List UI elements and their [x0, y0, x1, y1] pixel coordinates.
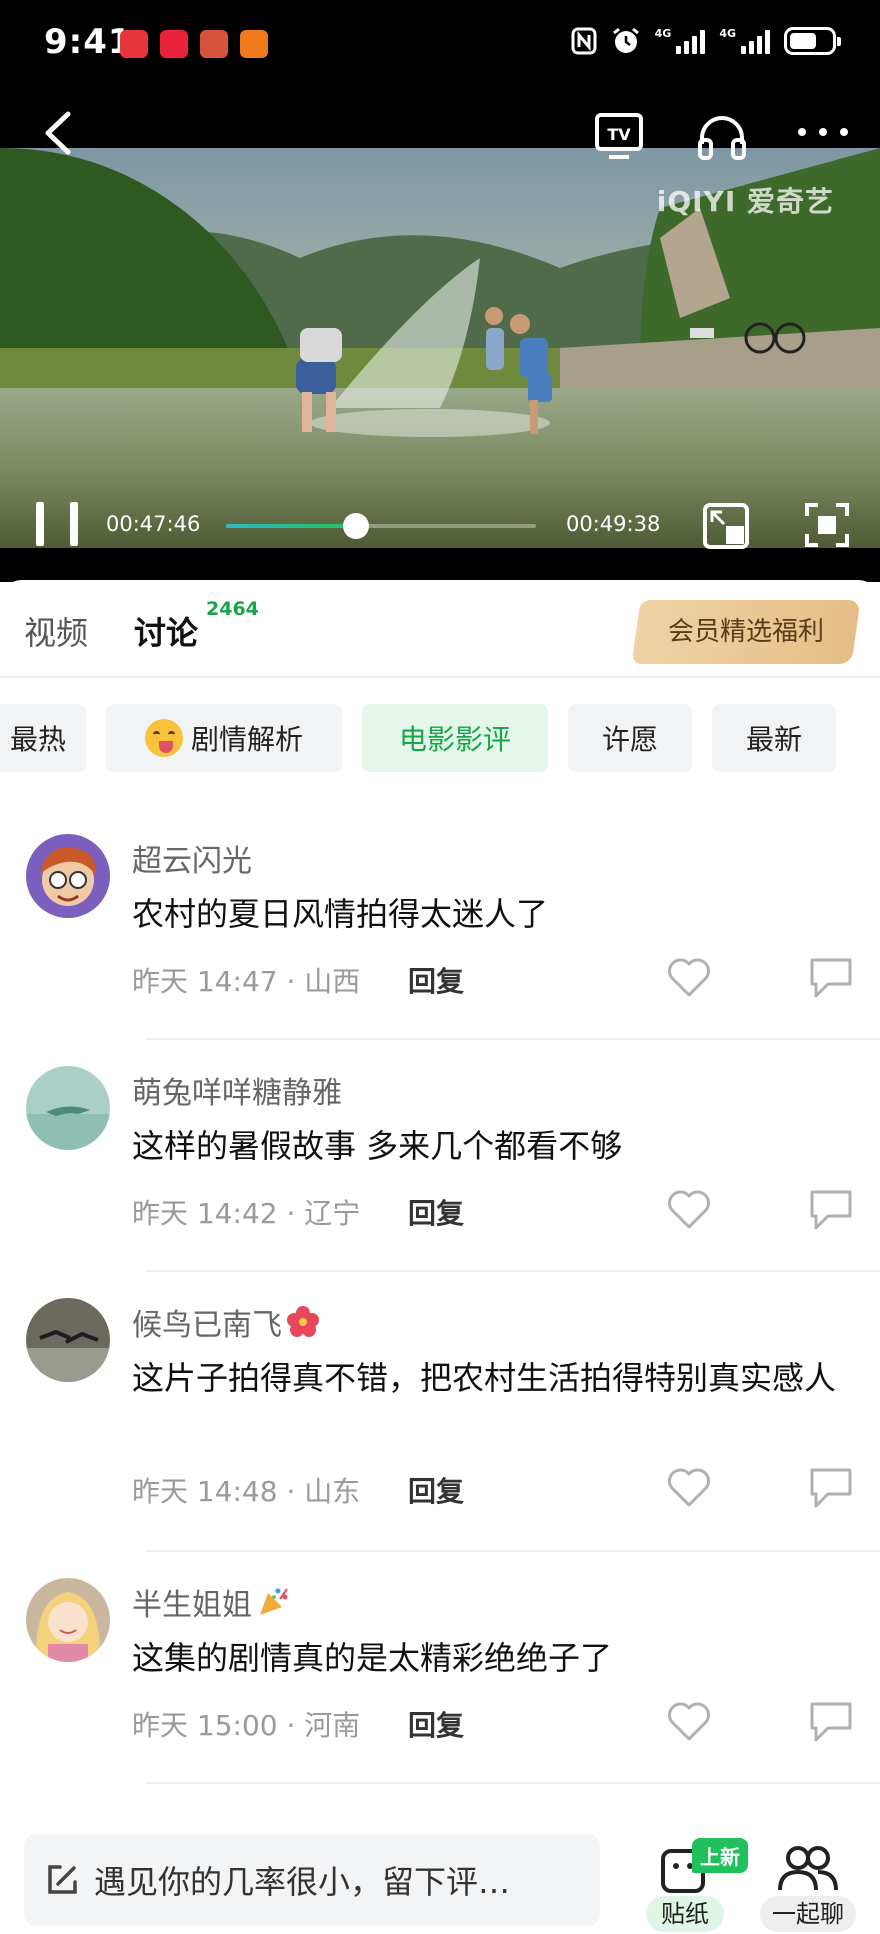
comment-time-location: 昨天 15:00 · 河南 — [132, 1709, 361, 1742]
chip-plot-analysis-label: 剧情解析 — [190, 723, 303, 756]
player-controls: 00:47:46 00:49:38 — [0, 492, 880, 572]
dislike-icon[interactable] — [808, 1188, 854, 1232]
status-indicators: 4G 4G — [571, 26, 841, 56]
like-heart-icon[interactable] — [666, 1466, 712, 1508]
bottom-comment-bar: 遇见你的几率很小，留下评… 上新 贴纸 一起聊 — [0, 1814, 880, 1934]
progress-played — [226, 524, 357, 528]
headphones-icon[interactable] — [696, 112, 748, 160]
xiaohongshu-icon — [160, 30, 188, 58]
chip-plot-analysis[interactable]: 剧情解析 — [106, 704, 342, 772]
comment-text: 这样的暑假故事 多来几个都看不够 — [132, 1127, 623, 1165]
avatar[interactable] — [26, 1298, 110, 1382]
party-popper-emoji-icon — [260, 1588, 288, 1615]
comment-list: 超云闪光 农村的夏日风情拍得太迷人了 昨天 14:47 · 山西 回复 萌兔咩咩… — [0, 806, 880, 1784]
comment-time-location: 昨天 14:48 · 山东 — [132, 1475, 361, 1508]
progress-thumb[interactable] — [343, 513, 370, 539]
reply-button[interactable]: 回复 — [408, 1470, 464, 1510]
tv-cast-icon[interactable]: TV — [594, 112, 644, 160]
chip-latest-label: 最新 — [745, 723, 802, 756]
chip-movie-review[interactable]: 电影影评 — [362, 704, 548, 772]
signal-strength-2-icon: 4G — [719, 28, 770, 54]
huawei-video-icon — [120, 30, 148, 58]
back-icon[interactable] — [38, 108, 78, 158]
like-heart-icon[interactable] — [666, 956, 712, 998]
player-top-bar: TV — [0, 92, 880, 172]
group-chat-icon — [778, 1846, 838, 1891]
comment-item: 半生姐姐 这集的剧情真的是太精彩绝绝子了 昨天 15:00 · 河南 回复 — [0, 1550, 880, 1784]
comment-text: 这集的剧情真的是太精彩绝绝子了 — [132, 1639, 613, 1677]
status-bar: 9:41 4G 4G — [0, 0, 880, 92]
chip-wish[interactable]: 许愿 — [568, 704, 692, 772]
comment-time-location: 昨天 14:42 · 辽宁 — [132, 1197, 361, 1230]
video-player[interactable]: TV iQIYI 爱奇艺 00:47:46 00:49:38 — [0, 92, 880, 582]
sticker-new-badge: 上新 — [692, 1838, 748, 1873]
tab-video[interactable]: 视频 — [24, 608, 88, 654]
chip-hottest[interactable]: 最热 — [0, 704, 86, 772]
vip-benefits-button[interactable]: 会员精选福利 — [631, 600, 861, 664]
username-text: 半生姐姐 — [132, 1588, 252, 1623]
pause-button[interactable] — [36, 502, 78, 546]
username[interactable]: 超云闪光 — [132, 836, 252, 880]
svg-text:TV: TV — [607, 125, 631, 144]
tab-discussion[interactable]: 讨论 2464 — [134, 598, 259, 654]
more-options-icon[interactable] — [798, 128, 848, 142]
content-tabs: 视频 讨论 2464 会员精选福利 — [0, 580, 880, 678]
filter-chips: 最热 剧情解析 电影影评 许愿 最新 — [0, 704, 880, 774]
dislike-icon[interactable] — [808, 956, 854, 1000]
tab-discussion-label: 讨论 — [134, 614, 199, 652]
hibiscus-emoji-icon — [287, 1306, 319, 1337]
divider — [146, 1782, 880, 1784]
iqiyi-watermark: iQIYI 爱奇艺 — [656, 185, 834, 218]
edit-icon — [48, 1865, 77, 1894]
chat-together-button[interactable]: 一起聊 — [760, 1838, 870, 1934]
orange-app-icon — [240, 30, 268, 58]
comment-item: 候鸟已南飞 这片子拍得真不错，把农村生活拍得特别真实感人 昨天 14:48 · … — [0, 1270, 880, 1552]
progress-slider[interactable] — [226, 513, 536, 539]
chip-latest[interactable]: 最新 — [712, 704, 836, 772]
avatar[interactable] — [26, 834, 110, 918]
reply-button[interactable]: 回复 — [408, 1704, 464, 1744]
nfc-icon — [571, 27, 597, 55]
comment-text: 这片子拍得真不错，把农村生活拍得特别真实感人 — [132, 1359, 837, 1397]
reply-button[interactable]: 回复 — [408, 1192, 464, 1232]
face-emoji-icon — [144, 719, 183, 757]
comment-input-placeholder: 遇见你的几率很小，留下评… — [94, 1863, 511, 1901]
alarm-icon — [612, 27, 639, 53]
chip-hottest-label: 最热 — [9, 723, 66, 756]
comment-time-location: 昨天 14:47 · 山西 — [132, 965, 361, 998]
vip-benefits-label: 会员精选福利 — [667, 617, 824, 647]
discussion-count: 2464 — [206, 598, 259, 620]
avatar[interactable] — [26, 1578, 110, 1662]
sticker-label: 贴纸 — [646, 1896, 724, 1932]
username[interactable]: 候鸟已南飞 — [132, 1300, 320, 1344]
username-text: 萌兔咩咩糖静雅 — [132, 1076, 342, 1111]
comment-item: 萌兔咩咩糖静雅 这样的暑假故事 多来几个都看不够 昨天 14:42 · 辽宁 回… — [0, 1038, 880, 1272]
username-text: 候鸟已南飞 — [132, 1308, 282, 1343]
current-time: 00:47:46 — [106, 512, 201, 536]
comment-text: 农村的夏日风情拍得太迷人了 — [132, 895, 549, 933]
like-heart-icon[interactable] — [666, 1700, 712, 1742]
comment-input[interactable]: 遇见你的几率很小，留下评… — [24, 1834, 600, 1926]
fullscreen-icon[interactable] — [804, 502, 850, 548]
duration-time: 00:49:38 — [566, 512, 661, 536]
comment-item: 超云闪光 农村的夏日风情拍得太迷人了 昨天 14:47 · 山西 回复 — [0, 806, 880, 1040]
avatar[interactable] — [26, 1066, 110, 1150]
username[interactable]: 半生姐姐 — [132, 1580, 290, 1624]
content-sheet: 视频 讨论 2464 会员精选福利 最热 剧情解析 电影影评 许愿 最新 超云闪… — [0, 580, 880, 1934]
like-heart-icon[interactable] — [666, 1188, 712, 1230]
signal-strength-1-icon: 4G — [655, 28, 706, 54]
notification-app-icons — [120, 30, 268, 58]
battery-icon — [784, 27, 841, 55]
sticker-button[interactable]: 上新 贴纸 — [646, 1838, 756, 1934]
reply-button[interactable]: 回复 — [408, 960, 464, 1000]
username[interactable]: 萌兔咩咩糖静雅 — [132, 1068, 342, 1112]
username-text: 超云闪光 — [132, 844, 252, 879]
chip-movie-review-label: 电影影评 — [398, 723, 511, 756]
dislike-icon[interactable] — [808, 1466, 854, 1510]
game-app-icon — [200, 30, 228, 58]
dislike-icon[interactable] — [808, 1700, 854, 1744]
chip-wish-label: 许愿 — [601, 723, 658, 756]
picture-in-picture-icon[interactable] — [702, 502, 750, 550]
chat-together-label: 一起聊 — [760, 1896, 856, 1932]
